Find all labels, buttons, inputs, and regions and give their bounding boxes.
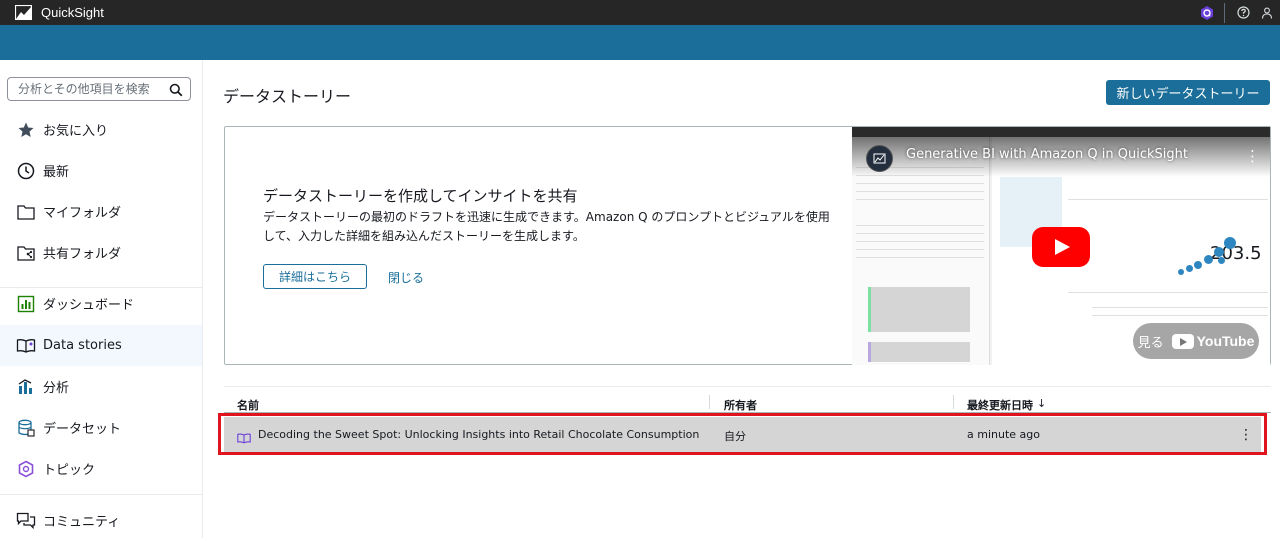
sidebar-item-datasets[interactable]: データセット: [0, 407, 202, 448]
search-input[interactable]: [18, 82, 168, 96]
youtube-logo: YouTube: [1171, 333, 1255, 349]
sidebar-item-recent[interactable]: 最新: [0, 150, 202, 191]
sidebar-item-dashboards[interactable]: ダッシュボード: [0, 283, 202, 324]
dataset-icon: [16, 418, 36, 438]
search-icon[interactable]: [169, 82, 183, 101]
close-link[interactable]: 閉じる: [388, 269, 424, 286]
new-data-story-button[interactable]: 新しいデータストーリー: [1106, 80, 1270, 105]
promo-title: データストーリーを作成してインサイトを共有: [263, 187, 578, 205]
table-top-divider: [224, 386, 1271, 387]
sidebar-item-shared-folders[interactable]: 共有フォルダ: [0, 232, 202, 273]
row-highlight-box: [218, 413, 1267, 455]
sidebar-item-label: 最新: [43, 165, 70, 180]
channel-avatar[interactable]: [866, 145, 893, 172]
watch-label: 見る: [1137, 335, 1164, 351]
top-bar-divider: [1224, 2, 1225, 23]
sidebar-item-favorites[interactable]: お気に入り: [0, 109, 202, 150]
learn-more-button[interactable]: 詳細はこちら: [263, 264, 367, 289]
sort-descending-icon[interactable]: ↓: [1037, 397, 1046, 410]
video-embed[interactable]: 203.5 Generative BI with Amazon Q in Qui…: [852, 127, 1270, 365]
help-icon[interactable]: [1234, 4, 1252, 22]
sidebar: お気に入り 最新 マイフォルダ 共有フォルダ ダッシュボード Data stor…: [0, 60, 203, 538]
sidebar-item-label: お気に入り: [43, 124, 109, 139]
sidebar-item-label: 共有フォルダ: [43, 247, 122, 262]
video-app-bar: [852, 127, 1270, 137]
youtube-icon: [1171, 333, 1194, 349]
page-title: データストーリー: [223, 87, 352, 106]
analysis-icon: [16, 377, 36, 397]
quicksight-logo-icon: [15, 5, 32, 20]
column-header-name[interactable]: 名前: [237, 397, 259, 413]
video-more-options-icon[interactable]: ⋮: [1245, 147, 1260, 165]
promo-panel: データストーリーを作成してインサイトを共有 データストーリーの最初のドラフトを迅…: [224, 126, 1271, 365]
sidebar-item-data-stories[interactable]: Data stories: [0, 325, 202, 366]
sidebar-item-label: トピック: [43, 463, 96, 478]
clock-icon: [16, 161, 36, 181]
sidebar-item-label: 分析: [43, 381, 70, 396]
shared-folder-icon: [16, 243, 36, 263]
promo-description: データストーリーの最初のドラフトを迅速に生成できます。Amazon Q のプロン…: [263, 210, 830, 243]
header-band: [0, 25, 1280, 60]
column-header-last-updated[interactable]: 最終更新日時: [967, 397, 1033, 413]
sidebar-item-community[interactable]: コミュニティ: [0, 500, 202, 541]
sidebar-item-analyses[interactable]: 分析: [0, 366, 202, 407]
star-icon: [16, 120, 36, 140]
column-separator[interactable]: [953, 395, 954, 409]
top-navigation-bar: QuickSight: [0, 0, 1280, 25]
topic-icon: [16, 459, 36, 479]
youtube-label: YouTube: [1196, 333, 1255, 349]
watch-on-youtube-button[interactable]: 見る YouTube: [1133, 323, 1259, 359]
column-header-owner[interactable]: 所有者: [724, 397, 757, 413]
book-icon: [16, 336, 36, 356]
column-separator[interactable]: [709, 395, 710, 409]
sidebar-item-label: Data stories: [43, 338, 122, 353]
community-icon: [16, 511, 36, 531]
video-title[interactable]: Generative BI with Amazon Q in QuickSigh…: [906, 147, 1188, 162]
sidebar-item-label: データセット: [43, 422, 122, 437]
folder-icon: [16, 202, 36, 222]
quicksight-logo[interactable]: QuickSight: [15, 5, 104, 20]
sidebar-divider: [0, 494, 202, 495]
sidebar-item-topics[interactable]: トピック: [0, 448, 202, 489]
sidebar-item-my-folders[interactable]: マイフォルダ: [0, 191, 202, 232]
amazon-q-icon[interactable]: [1198, 4, 1216, 22]
sidebar-item-label: ダッシュボード: [43, 298, 135, 313]
app-name: QuickSight: [41, 5, 104, 20]
sidebar-item-label: コミュニティ: [43, 515, 121, 530]
dashboard-icon: [16, 294, 36, 314]
user-icon[interactable]: [1258, 4, 1276, 22]
play-button[interactable]: [1032, 227, 1090, 267]
sidebar-item-label: マイフォルダ: [43, 206, 122, 221]
search-box[interactable]: [7, 77, 191, 101]
